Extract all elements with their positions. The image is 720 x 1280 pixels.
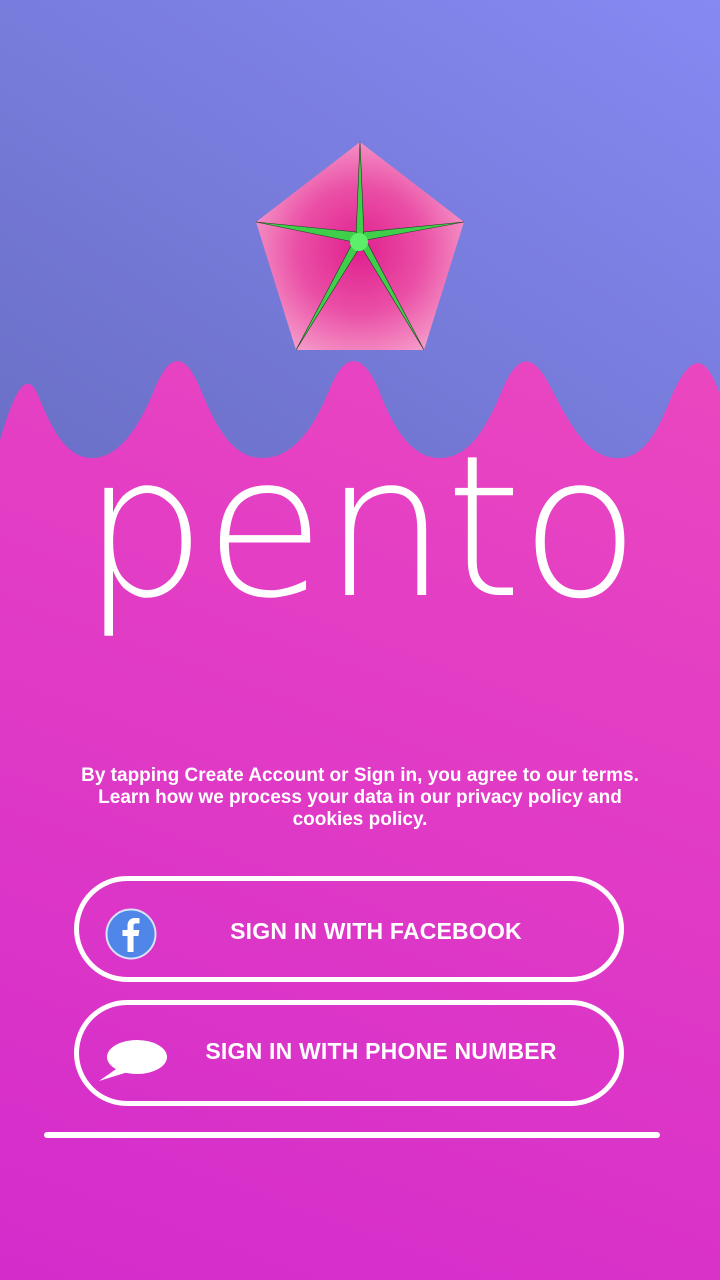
- phone-button-label: SIGN IN WITH PHONE NUMBER: [205, 1038, 557, 1064]
- app-wordmark: pento: [82, 414, 640, 642]
- sign-in-facebook-button[interactable]: SIGN IN WITH FACEBOOK: [74, 876, 624, 982]
- facebook-button-label: SIGN IN WITH FACEBOOK: [230, 918, 522, 944]
- pentagon-star-logo: [255, 141, 465, 351]
- bottom-divider: [44, 1132, 660, 1138]
- terms-notice: By tapping Create Account or Sign in, yo…: [81, 765, 639, 830]
- sign-in-phone-button[interactable]: SIGN IN WITH PHONE NUMBER: [74, 1000, 624, 1106]
